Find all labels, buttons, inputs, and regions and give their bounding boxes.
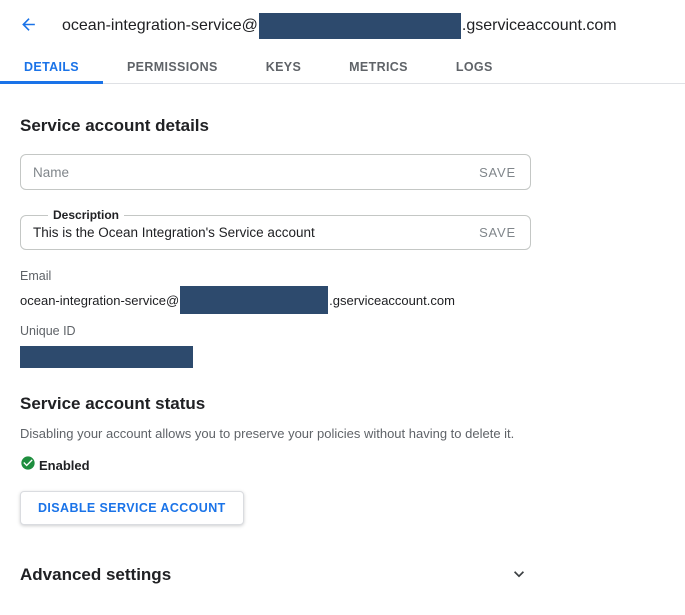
description-save-button[interactable]: SAVE: [471, 225, 530, 240]
email-value: ocean-integration-service@ .gserviceacco…: [20, 286, 665, 314]
email-value-suffix: .gserviceaccount.com: [329, 293, 455, 308]
page-title-suffix: .gserviceaccount.com: [462, 17, 617, 35]
advanced-settings-expander[interactable]: [507, 563, 531, 587]
redacted-unique-id: [20, 346, 193, 368]
tab-logs[interactable]: LOGS: [432, 52, 517, 84]
unique-id-label: Unique ID: [20, 324, 665, 339]
status-description: Disabling your account allows you to pre…: [20, 426, 665, 441]
advanced-settings-row[interactable]: Advanced settings: [20, 563, 531, 587]
email-value-prefix: ocean-integration-service@: [20, 293, 179, 308]
chevron-down-icon: [509, 564, 529, 587]
tab-bar: DETAILS PERMISSIONS KEYS METRICS LOGS: [0, 52, 685, 84]
page-title: ocean-integration-service@ .gserviceacco…: [62, 13, 617, 39]
disable-service-account-button[interactable]: DISABLE SERVICE ACCOUNT: [20, 491, 244, 525]
description-field: Description SAVE: [20, 215, 531, 250]
back-arrow-icon: [19, 15, 38, 37]
page-title-prefix: ocean-integration-service@: [62, 17, 258, 35]
main-content: Service account details SAVE Description…: [0, 116, 685, 587]
back-button[interactable]: [16, 14, 40, 38]
status-row: Enabled: [20, 455, 665, 476]
description-field-label: Description: [48, 208, 124, 223]
header: ocean-integration-service@ .gserviceacco…: [0, 0, 685, 52]
status-section-heading: Service account status: [20, 394, 665, 414]
status-badge: Enabled: [39, 458, 90, 473]
check-circle-icon: [20, 455, 36, 476]
details-section-heading: Service account details: [20, 116, 665, 136]
tab-permissions[interactable]: PERMISSIONS: [103, 52, 242, 84]
name-input[interactable]: [21, 165, 471, 180]
advanced-settings-heading: Advanced settings: [20, 565, 171, 585]
name-save-button[interactable]: SAVE: [471, 165, 530, 180]
redacted-project-id: [259, 13, 461, 39]
tab-keys[interactable]: KEYS: [242, 52, 325, 84]
email-label: Email: [20, 269, 665, 284]
name-field: SAVE: [20, 154, 531, 190]
tab-details[interactable]: DETAILS: [0, 52, 103, 84]
redacted-email-project-id: [180, 286, 328, 314]
tab-metrics[interactable]: METRICS: [325, 52, 432, 84]
description-input[interactable]: [21, 225, 471, 240]
